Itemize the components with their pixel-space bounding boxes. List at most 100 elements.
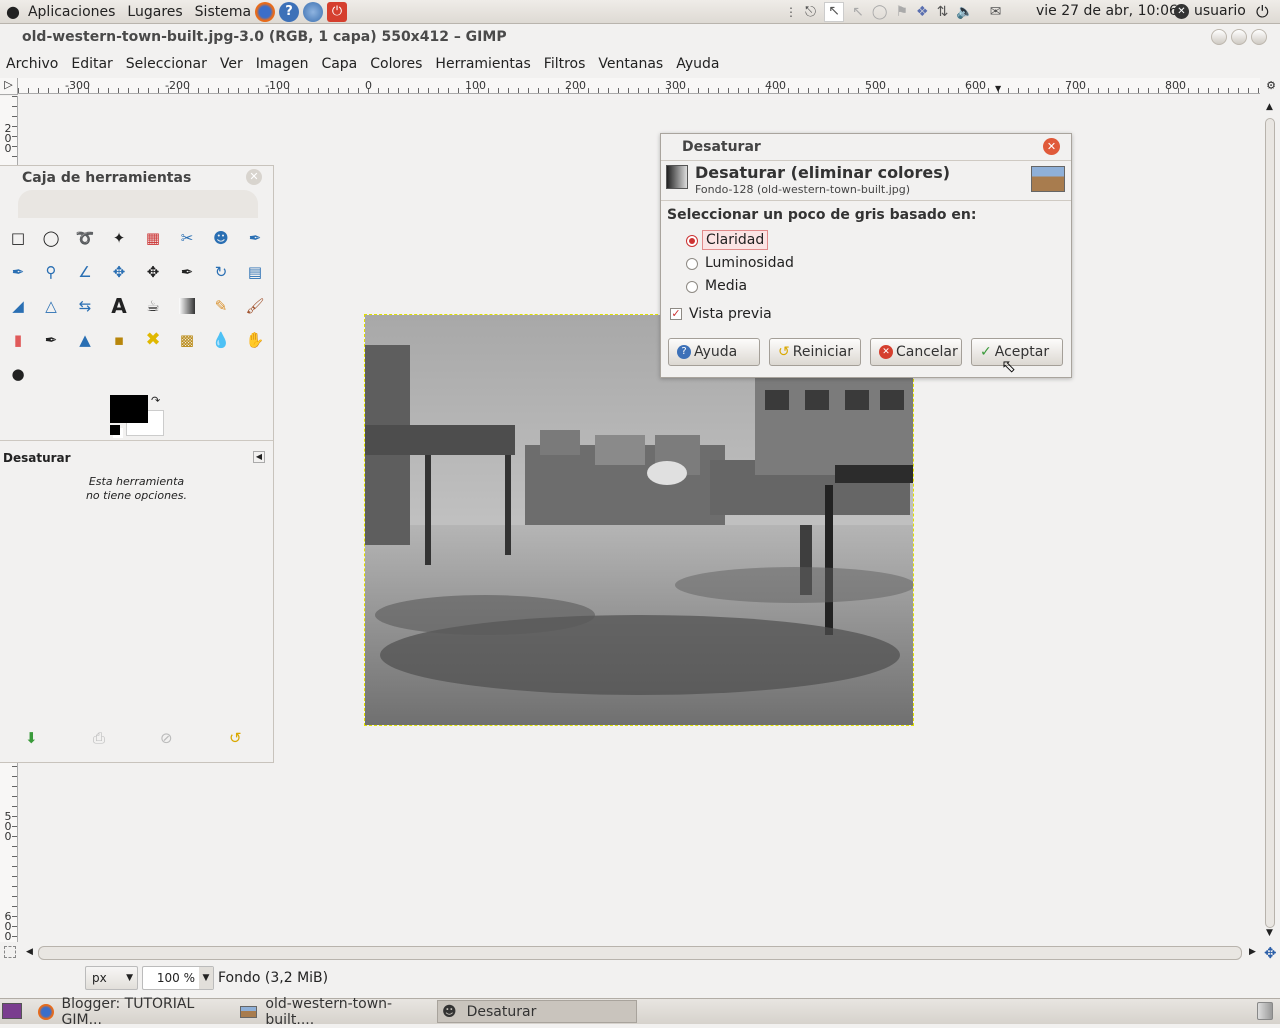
airbrush-tool-icon[interactable]: ✒ [39,328,63,352]
volume-icon[interactable]: 🔈 [956,4,973,20]
user-status-icon[interactable]: ✕ [1174,4,1189,19]
firefox-icon[interactable] [255,1,276,22]
task-desaturar[interactable]: ☻ Desaturar [437,1000,637,1023]
pointer-alt-icon[interactable]: ↖ [852,4,864,20]
paths-tool-icon[interactable]: ✒ [243,226,267,250]
menu-capa[interactable]: Capa [321,56,357,72]
task-blogger[interactable]: Blogger: TUTORIAL GIM... [34,996,234,1028]
navigate-cross-icon[interactable]: ✥ [1264,944,1277,962]
default-colors-icon[interactable] [110,425,120,435]
ink-tool-icon[interactable]: ▲ [73,328,97,352]
blend-tool-icon[interactable] [175,294,199,318]
color-picker-tool-icon[interactable]: ✒ [6,260,30,284]
menu-filtros[interactable]: Filtros [544,56,586,72]
trash-icon[interactable] [1257,1002,1273,1020]
menu-aplicaciones[interactable]: Aplicaciones [28,4,115,20]
lasso-tool-icon[interactable]: ➰ [73,226,97,250]
heal-tool-icon[interactable]: ✖ [141,328,165,352]
radio-media[interactable] [686,281,698,293]
scroll-left-icon[interactable]: ◀ [26,947,33,957]
horizontal-ruler[interactable]: -300 -200 -100 0 100 200 300 400 500 600… [18,78,1260,94]
scale-tool-icon[interactable]: ▤ [243,260,267,284]
help-icon[interactable]: ? [279,1,300,22]
shape-icon[interactable]: ◯ [872,4,888,20]
measure-tool-icon[interactable]: ∠ [73,260,97,284]
perspective-clone-tool-icon[interactable]: ▩ [175,328,199,352]
radio-claridad-label[interactable]: Claridad [702,230,769,250]
help-button[interactable]: ? Ayuda [668,338,760,366]
unit-select[interactable]: px ▼ [85,966,138,990]
ruler-corner[interactable]: ▷ [0,78,18,95]
tool-options-menu-icon[interactable]: ◀ [253,451,265,463]
align-tool-icon[interactable]: ✥ [141,260,165,284]
apps-grid-icon[interactable]: ❖ [916,4,929,20]
navigate-icon[interactable]: ⚙ [1263,79,1279,95]
power-icon[interactable]: ⏻ [1256,2,1269,22]
menu-ventanas[interactable]: Ventanas [598,56,663,72]
flag-icon[interactable]: ⚑ [895,4,908,20]
radio-claridad[interactable] [686,235,698,247]
show-desktop-icon[interactable] [2,1003,22,1019]
minimize-button[interactable] [1211,29,1227,45]
rect-select-tool-icon[interactable]: □ [6,226,30,250]
color-select-tool-icon[interactable]: ▦ [141,226,165,250]
reset-options-icon[interactable]: ↺ [229,729,242,747]
scissors-tool-icon[interactable]: ✂ [175,226,199,250]
zoom-select[interactable]: 100 % ▼ [142,966,214,990]
eraser-tool-icon[interactable]: ▮ [6,328,30,352]
reset-button[interactable]: ↺ Reiniciar [769,338,861,366]
close-window-button[interactable] [1251,29,1267,45]
foreground-color-swatch[interactable] [110,395,148,423]
zoom-tool-icon[interactable]: ⚲ [39,260,63,284]
maximize-button[interactable] [1231,29,1247,45]
ok-button[interactable]: ✓ Aceptar [971,338,1063,366]
ubuntu-logo-icon[interactable]: ● [6,2,20,21]
radio-media-label[interactable]: Media [705,278,747,294]
foreground-select-tool-icon[interactable]: ☻ [209,226,233,250]
crop-tool-icon[interactable]: ✒ [175,260,199,284]
menu-archivo[interactable]: Archivo [6,56,58,72]
shear-tool-icon[interactable]: ◢ [6,294,30,318]
menu-imagen[interactable]: Imagen [256,56,309,72]
preview-label[interactable]: Vista previa [689,306,772,322]
quickmask-icon[interactable] [4,946,16,958]
menu-ayuda[interactable]: Ayuda [676,56,719,72]
horizontal-scrollbar[interactable] [38,946,1242,960]
swap-colors-icon[interactable]: ↷ [151,394,160,407]
save-options-icon[interactable]: ⬇ [25,729,38,747]
network-arrows-icon[interactable]: ⇅ [937,4,949,20]
toolbox-close-button[interactable]: ✕ [246,169,262,185]
blur-tool-icon[interactable]: 💧 [209,328,233,352]
menu-seleccionar[interactable]: Seleccionar [126,56,207,72]
bucket-fill-tool-icon[interactable]: ☕ [141,294,165,318]
scroll-down-icon[interactable]: ▼ [1266,928,1273,938]
cancel-button[interactable]: ✕ Cancelar [870,338,962,366]
rotate-tool-icon[interactable]: ↻ [209,260,233,284]
scroll-up-icon[interactable]: ▲ [1266,102,1273,112]
move-tool-icon[interactable]: ✥ [107,260,131,284]
menu-sistema[interactable]: Sistema [195,4,251,20]
menu-lugares[interactable]: Lugares [127,4,182,20]
ellipse-select-tool-icon[interactable]: ◯ [39,226,63,250]
pencil-tool-icon[interactable]: ✎ [209,294,233,318]
text-tool-icon[interactable]: A [107,294,131,318]
smudge-tool-icon[interactable]: ✋ [243,328,267,352]
mail-icon[interactable]: ✉ [990,4,1002,20]
radio-luminosidad-label[interactable]: Luminosidad [705,255,794,271]
flip-tool-icon[interactable]: ⇆ [73,294,97,318]
paintbrush-tool-icon[interactable]: 🖌 [243,294,267,318]
radio-luminosidad[interactable] [686,258,698,270]
menu-herramientas[interactable]: Herramientas [435,56,530,72]
shutdown-app-icon[interactable]: ⏻ [327,1,348,22]
mouse-icon[interactable]: ⎋ [805,4,816,20]
clock[interactable]: vie 27 de abr, 10:06 [1036,3,1178,19]
pointer-icon[interactable]: ↖ [824,2,845,22]
dialog-close-button[interactable]: ✕ [1043,138,1060,155]
user-name[interactable]: usuario [1194,3,1246,19]
menu-editar[interactable]: Editar [71,56,112,72]
fuzzy-select-tool-icon[interactable]: ✦ [107,226,131,250]
network-globe-icon[interactable] [303,1,324,22]
menu-colores[interactable]: Colores [370,56,422,72]
menu-ver[interactable]: Ver [220,56,243,72]
preview-checkbox[interactable]: ✓ [670,308,682,320]
